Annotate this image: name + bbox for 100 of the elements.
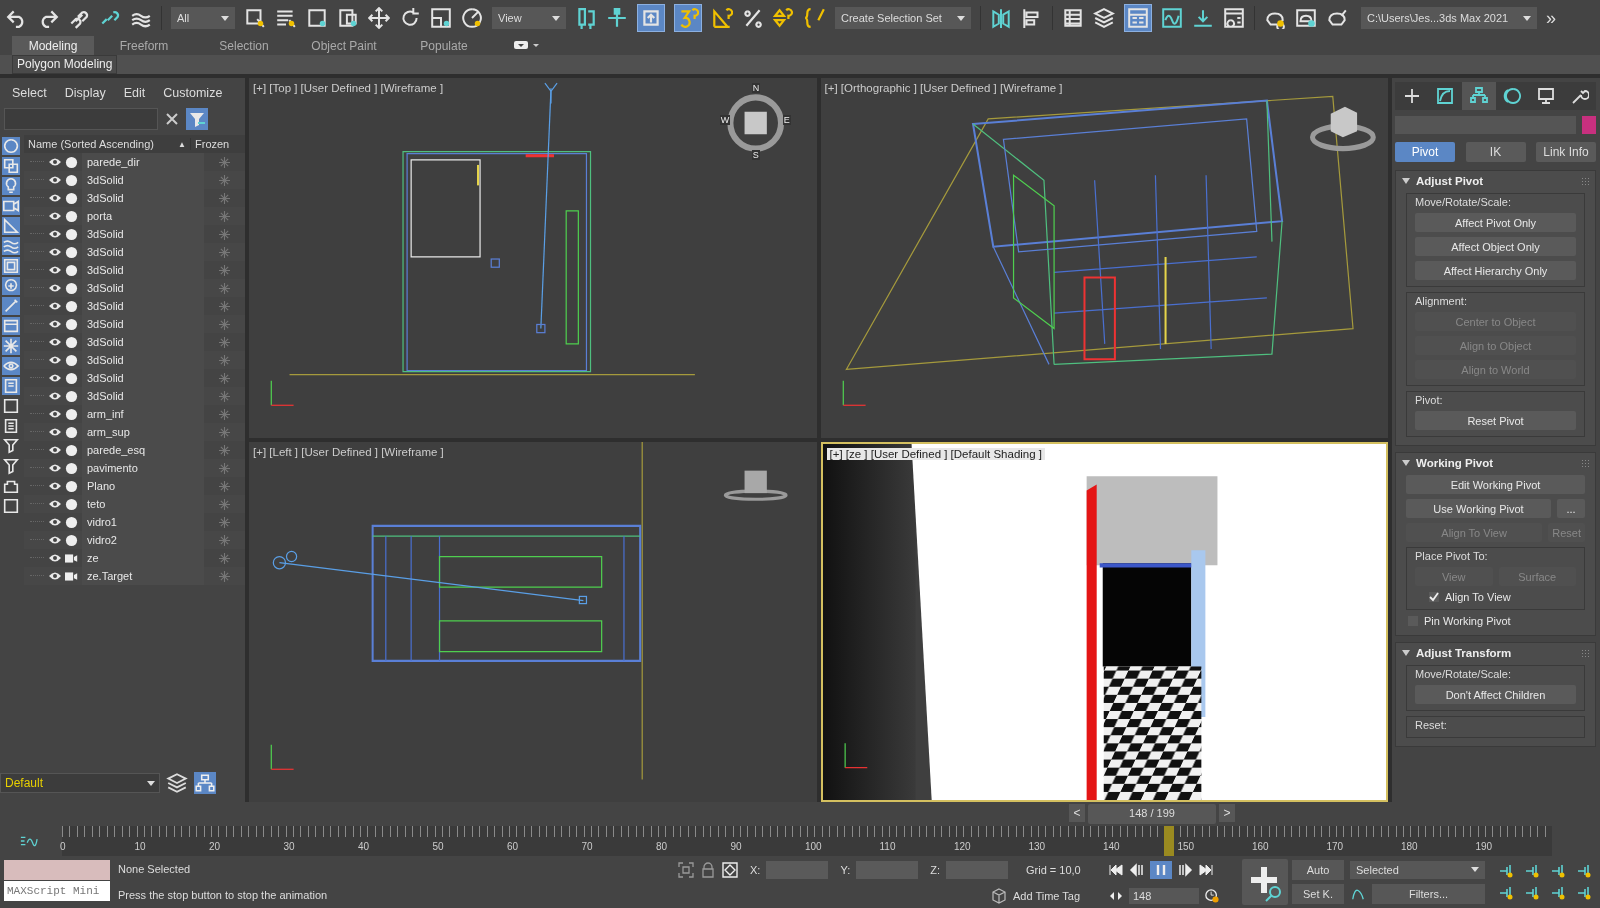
move-icon[interactable]	[368, 7, 390, 29]
panel-button[interactable]: Use Working Pivot	[1406, 499, 1551, 518]
layer-dropdown[interactable]: Default	[0, 773, 160, 793]
go-to-start-icon[interactable]	[1108, 862, 1124, 877]
filter-icon[interactable]	[2, 457, 20, 475]
mirror-icon[interactable]	[990, 7, 1012, 29]
object-name[interactable]: 3dSolid	[82, 225, 204, 243]
view-cube-icon[interactable]	[1309, 106, 1376, 152]
sub-tab[interactable]: Pivot	[1395, 142, 1455, 162]
reference-coordinate-dropdown[interactable]: View	[492, 7, 566, 29]
scene-explorer-icon[interactable]	[1062, 7, 1084, 29]
object-name[interactable]: 3dSolid	[82, 387, 204, 405]
object-name[interactable]: 3dSolid	[82, 297, 204, 315]
viewport-label[interactable]: [+] [ze ] [User Defined ] [Default Shading ]	[826, 448, 1046, 460]
set-key-button[interactable]: Set K.	[1292, 884, 1344, 904]
panel-button[interactable]: Affect Pivot Only	[1415, 213, 1576, 232]
checkbox-label[interactable]: Pin Working Pivot	[1424, 615, 1511, 627]
menu-item[interactable]: Customize	[163, 86, 223, 100]
eye-icon[interactable]	[48, 517, 62, 527]
container-filter-icon[interactable]	[2, 317, 20, 335]
display-none-icon[interactable]	[2, 397, 20, 415]
object-name[interactable]: 3dSolid	[82, 333, 204, 351]
column-header[interactable]: Name (Sorted Ascending)	[24, 138, 178, 150]
panel-button[interactable]: ...	[1557, 499, 1585, 518]
viewport-label[interactable]: [+] [Top ] [User Defined ] [Wireframe ]	[253, 82, 444, 94]
object-name[interactable]: 3dSolid	[82, 315, 204, 333]
object-color-swatch[interactable]	[1582, 116, 1596, 134]
absolute-mode-icon[interactable]	[722, 861, 738, 878]
material-editor-icon[interactable]	[1223, 7, 1245, 29]
hierarchy-view-icon[interactable]	[194, 772, 216, 794]
ribbon-tab[interactable]: Modeling	[12, 36, 94, 55]
eye-icon[interactable]	[48, 463, 62, 473]
select-object-icon[interactable]	[244, 7, 266, 29]
project-folder-dropdown[interactable]: C:\Users\Jes...3ds Max 2021	[1361, 7, 1537, 29]
toolbar-overflow-button[interactable]: »	[1546, 7, 1556, 29]
panel-button[interactable]: Don't Affect Children	[1415, 685, 1576, 704]
curve-editor-icon[interactable]	[1161, 7, 1183, 29]
key-filter-dropdown[interactable]: Selected	[1350, 860, 1485, 879]
eye-icon[interactable]	[48, 535, 62, 545]
select-by-name-icon[interactable]	[275, 7, 297, 29]
spinner-snap-icon[interactable]	[773, 7, 795, 29]
pause-icon[interactable]	[1150, 860, 1172, 879]
time-slider-thumb[interactable]: 148 / 199	[1088, 804, 1216, 824]
named-selection-icon[interactable]	[804, 7, 826, 29]
toggle-button[interactable]	[674, 4, 702, 32]
current-frame-marker[interactable]	[1164, 826, 1175, 856]
key-filters-button[interactable]: Filters...	[1372, 883, 1485, 904]
rollout-title[interactable]: Adjust Transform	[1416, 647, 1575, 659]
previous-frame-button[interactable]: <	[1069, 804, 1085, 822]
panel-button[interactable]: Reset Pivot	[1415, 411, 1576, 430]
frozen-filter-icon[interactable]	[2, 337, 20, 355]
set-key-icon[interactable]	[1242, 859, 1288, 905]
viewport-label[interactable]: [+] [Orthographic ] [User Defined ] [Wireframe ]	[824, 82, 1063, 94]
column-header[interactable]: Frozen	[190, 138, 230, 150]
rollout-title[interactable]: Adjust Pivot	[1416, 175, 1575, 187]
place-icon[interactable]	[461, 7, 483, 29]
view-cube-icon[interactable]	[723, 470, 788, 501]
eye-icon[interactable]	[48, 211, 62, 221]
rollout-title[interactable]: Working Pivot	[1416, 457, 1575, 469]
object-name[interactable]: arm_sup	[82, 423, 204, 441]
next-frame-button[interactable]: >	[1219, 804, 1235, 822]
eye-icon[interactable]	[48, 409, 62, 419]
object-name[interactable]: vidro2	[82, 531, 204, 549]
curve-editor-icon[interactable]	[20, 834, 38, 848]
selection-filter-dropdown[interactable]: All	[171, 7, 235, 29]
ribbon-tab[interactable]: Object Paint	[294, 36, 394, 55]
ribbon-tab[interactable]: Selection	[194, 36, 294, 55]
object-name[interactable]: parede_dir	[82, 153, 204, 171]
light-filter-icon[interactable]	[2, 177, 20, 195]
time-tag-button[interactable]: Add Time Tag	[1013, 889, 1081, 902]
object-name[interactable]: arm_inf	[82, 405, 204, 423]
eye-icon[interactable]	[48, 157, 62, 167]
eye-icon[interactable]	[48, 445, 62, 455]
eye-icon[interactable]	[48, 247, 62, 257]
sub-tab[interactable]: Link Info	[1536, 142, 1596, 162]
panel-button[interactable]: Affect Object Only	[1415, 237, 1576, 256]
menu-item[interactable]: Edit	[123, 86, 146, 100]
ribbon-tab[interactable]: Populate	[394, 36, 494, 55]
xref-filter-icon[interactable]	[2, 277, 20, 295]
checkbox[interactable]	[1429, 592, 1439, 602]
object-name[interactable]: ze.Target	[82, 567, 204, 585]
auto-key-button[interactable]: Auto	[1292, 860, 1344, 880]
pivot-icon[interactable]	[575, 7, 597, 29]
eye-icon[interactable]	[48, 283, 62, 293]
compass-icon[interactable]	[727, 94, 785, 152]
layers-icon[interactable]	[1093, 7, 1115, 29]
object-name[interactable]: porta	[82, 207, 204, 225]
grip-icon[interactable]	[1581, 649, 1589, 657]
object-name[interactable]: 3dSolid	[82, 189, 204, 207]
helper-filter-icon[interactable]	[2, 217, 20, 235]
bone-filter-icon[interactable]	[2, 297, 20, 315]
menu-item[interactable]: Select	[12, 86, 47, 100]
sort-icon[interactable]	[2, 437, 20, 455]
group-filter-icon[interactable]	[2, 257, 20, 275]
eye-icon[interactable]	[48, 553, 62, 563]
toggle-button[interactable]	[1124, 4, 1152, 32]
grip-icon[interactable]	[1581, 459, 1589, 467]
eye-icon[interactable]	[48, 175, 62, 185]
eye-icon[interactable]	[48, 373, 62, 383]
listener-field[interactable]	[4, 860, 110, 880]
